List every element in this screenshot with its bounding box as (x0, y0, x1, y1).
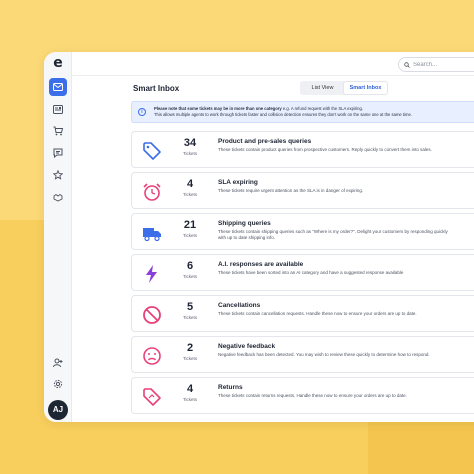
list-view-tab[interactable]: List View (301, 82, 344, 94)
notice-bold: Please note that some tickets may be in … (154, 106, 282, 111)
notice-line2: This allows multiple agents to work thro… (154, 112, 412, 117)
avatar[interactable]: AJ (48, 400, 68, 420)
ticket-count-label: Tickets (182, 274, 198, 279)
sidebar-item-inbox[interactable] (49, 78, 67, 96)
category-card-cancellations[interactable]: 5 Tickets Cancellations These tickets co… (131, 295, 474, 332)
ticket-count-label: Tickets (182, 315, 198, 320)
main-content: Smart Inbox List View Smart Inbox i Plea… (72, 76, 474, 422)
search-input[interactable] (413, 61, 474, 68)
sidebar-item-orders[interactable] (50, 123, 66, 139)
view-toggle: List View Smart Inbox (300, 81, 388, 95)
category-card-ai[interactable]: 6 Tickets A.I. responses are available T… (131, 254, 474, 291)
ticket-count: 4 (186, 383, 194, 395)
sidebar-item-partners[interactable] (50, 189, 66, 205)
sidebar: e AJ (44, 52, 72, 422)
truck-icon (143, 228, 161, 242)
sidebar-item-messages[interactable] (50, 145, 66, 161)
inbox-icon (53, 83, 63, 91)
app-window: e AJ Smart Inbox (44, 52, 474, 422)
info-icon: i (138, 108, 146, 116)
ticket-count: 4 (186, 178, 194, 190)
info-notice: i Please note that some tickets may be i… (131, 101, 474, 123)
notice-text: Please note that some tickets may be in … (154, 106, 474, 118)
card-title: Product and pre-sales queries (218, 138, 312, 145)
sidebar-add-user[interactable] (50, 355, 66, 371)
ticket-count: 21 (183, 219, 197, 231)
sad-face-icon (143, 347, 161, 365)
settings-icon (53, 379, 63, 389)
cancel-icon (143, 306, 161, 324)
sidebar-settings[interactable] (50, 376, 66, 392)
card-description: These tickets contain cancellation reque… (218, 311, 417, 316)
card-title: A.I. responses are available (218, 261, 304, 268)
category-card-negative-feedback[interactable]: 2 Tickets Negative feedback Negative fee… (131, 336, 474, 373)
card-title: SLA expiring (218, 179, 258, 186)
ticket-count-label: Tickets (182, 356, 198, 361)
card-title: Negative feedback (218, 343, 276, 350)
top-bar (72, 52, 474, 76)
lightning-icon (146, 265, 157, 283)
page-title: Smart Inbox (133, 84, 180, 93)
ticket-count: 5 (186, 301, 194, 313)
ticket-count-label: Tickets (182, 151, 198, 156)
ticket-count: 2 (186, 342, 194, 354)
ticket-count: 6 (186, 260, 194, 272)
ticket-count-label: Tickets (182, 233, 198, 238)
search-icon (404, 61, 410, 68)
category-card-shipping[interactable]: 21 Tickets Shipping queries These ticket… (131, 213, 474, 250)
card-description: Negative feedback has been detected. You… (218, 352, 430, 357)
add-user-icon (53, 358, 63, 368)
chat-icon (53, 148, 63, 158)
return-tag-icon (143, 388, 161, 406)
cart-icon (53, 126, 63, 136)
card-description: These tickets contain product queries fr… (218, 147, 432, 152)
ticket-count-label: Tickets (182, 192, 198, 197)
ticket-count: 34 (183, 137, 197, 149)
search-box[interactable] (398, 57, 474, 72)
sidebar-item-reviews[interactable] (50, 167, 66, 183)
app-logo[interactable]: e (50, 55, 66, 71)
handshake-icon (53, 193, 63, 202)
category-card-presales[interactable]: 34 Tickets Product and pre-sales queries… (131, 131, 474, 168)
card-title: Shipping queries (218, 220, 271, 227)
notice-rest: e.g. A refund request with the SLA expir… (281, 106, 364, 111)
newspaper-icon (53, 104, 63, 114)
star-icon (53, 170, 63, 180)
sidebar-item-news[interactable] (50, 101, 66, 117)
card-description: These tickets require urgent attention a… (218, 188, 364, 193)
alarm-clock-icon (143, 183, 161, 201)
category-card-sla[interactable]: 4 Tickets SLA expiring These tickets req… (131, 172, 474, 209)
smart-inbox-tab[interactable]: Smart Inbox (344, 82, 387, 94)
card-description: These tickets contain shipping queries s… (218, 229, 448, 240)
category-card-returns[interactable]: 4 Tickets Returns These tickets contain … (131, 377, 474, 414)
card-title: Returns (218, 384, 243, 391)
card-description: These tickets have been sorted into an A… (218, 270, 404, 275)
card-title: Cancellations (218, 302, 261, 309)
tag-icon (143, 142, 161, 160)
card-description: These tickets contain returns requests. … (218, 393, 407, 398)
ticket-count-label: Tickets (182, 397, 198, 402)
